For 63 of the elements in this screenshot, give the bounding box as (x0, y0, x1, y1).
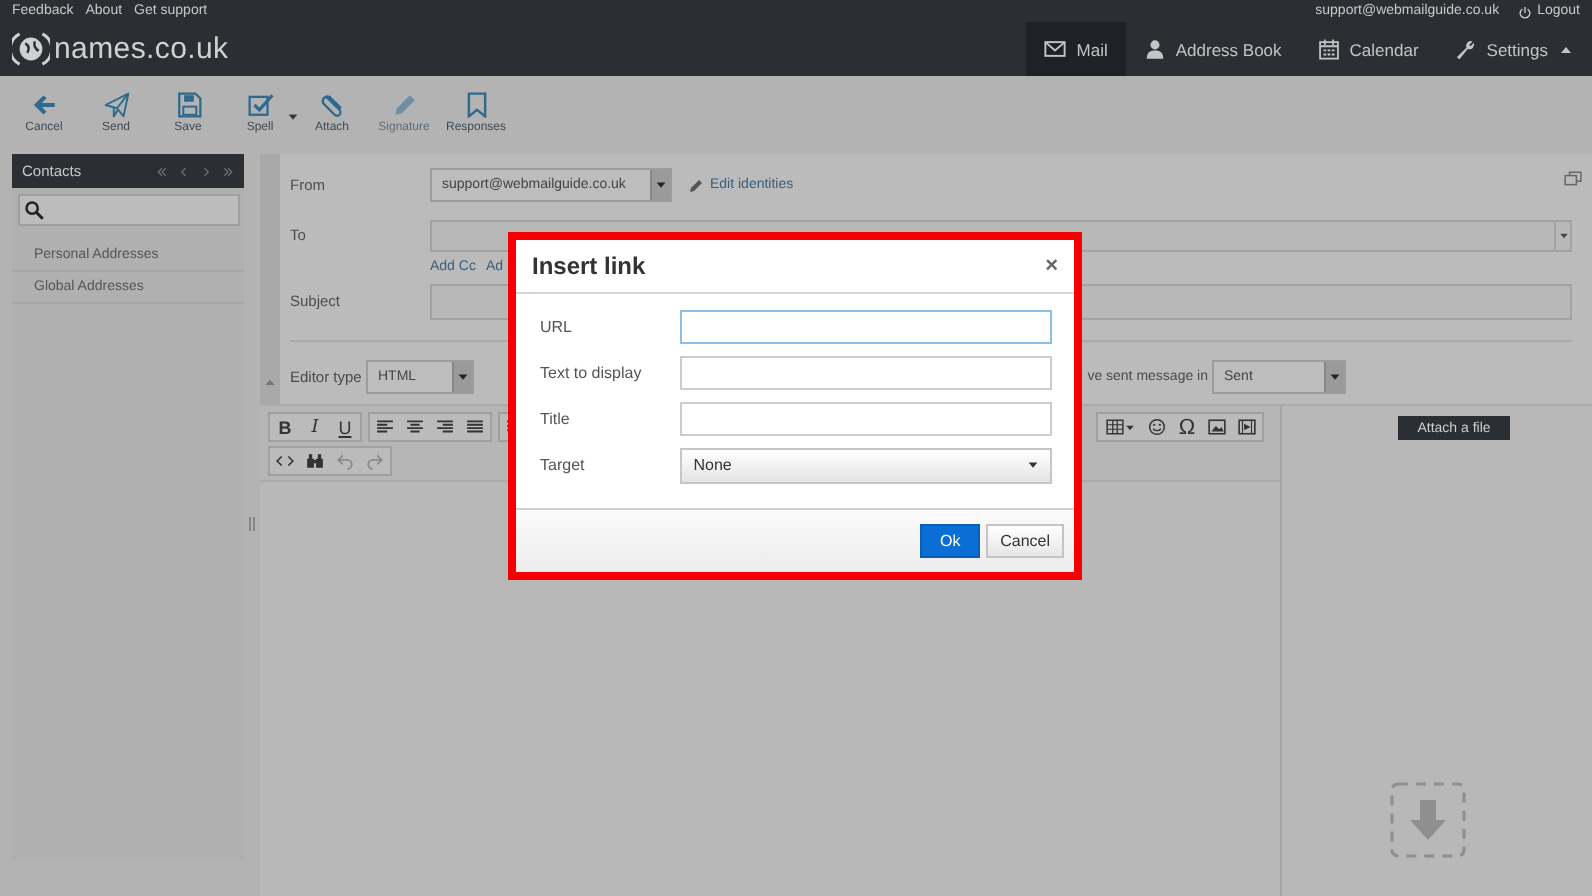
align-right-icon[interactable] (436, 418, 454, 436)
nav-tab[interactable]: Mail (1026, 22, 1126, 76)
justify-icon[interactable] (466, 418, 484, 436)
nav-tab[interactable]: Settings (1436, 22, 1592, 76)
paper-plane-icon (103, 92, 129, 118)
logo-text: names.co.uk (54, 32, 229, 66)
image-icon[interactable] (1208, 418, 1226, 436)
double-right-icon[interactable] (222, 165, 234, 177)
input-field[interactable] (679, 310, 1052, 344)
power-icon (1517, 5, 1532, 19)
chevron-left-icon[interactable] (178, 165, 190, 177)
arrow-left-icon (31, 92, 57, 118)
input-field[interactable] (679, 402, 1052, 436)
code-icon[interactable] (276, 452, 294, 470)
caret-icon (456, 369, 470, 383)
caret-icon[interactable] (286, 110, 300, 124)
binoculars-icon[interactable] (306, 452, 324, 470)
envelope-icon (1044, 38, 1067, 60)
close-button[interactable]: × (1045, 254, 1058, 278)
person-icon (1143, 38, 1166, 60)
caret-icon (1557, 229, 1569, 241)
field-label: Title (540, 410, 572, 428)
italic-button[interactable]: I (300, 414, 330, 440)
cancel-button[interactable]: Cancel (986, 524, 1064, 558)
ok-button[interactable]: Ok (920, 524, 981, 558)
target-select[interactable]: None (679, 447, 1052, 483)
dialog-title: Insert link (532, 252, 646, 280)
checkbox-icon (247, 92, 273, 118)
align-left-icon[interactable] (376, 418, 394, 436)
align-center-icon[interactable] (406, 418, 424, 436)
bold-button[interactable]: B (270, 414, 300, 440)
triangle-up-icon (264, 376, 276, 388)
paperclip-icon (319, 92, 345, 118)
undo-icon[interactable] (336, 452, 354, 470)
pencil-icon (688, 177, 704, 193)
film-icon[interactable] (1238, 418, 1256, 436)
caret-icon (654, 178, 668, 192)
caret-icon[interactable] (1123, 421, 1135, 433)
field-label: Text to display (540, 364, 644, 382)
omega-button[interactable]: Ω (1172, 414, 1202, 440)
caret-icon (1328, 369, 1342, 383)
chevron-right-icon[interactable] (200, 165, 212, 177)
search-icon (24, 200, 44, 220)
restore-window-icon[interactable] (1564, 170, 1582, 188)
table-icon[interactable] (1105, 418, 1123, 436)
nav-tab[interactable]: Address Book (1125, 22, 1300, 76)
underline-button[interactable]: U (330, 414, 360, 440)
pencil-icon (391, 92, 417, 118)
double-left-icon[interactable] (156, 165, 168, 177)
field-label: Target (540, 456, 587, 474)
grip-icon[interactable] (244, 515, 260, 531)
globe-logo-icon (12, 30, 50, 68)
calendar-icon (1317, 38, 1340, 60)
download-icon[interactable] (1390, 782, 1466, 858)
field-label: URL (540, 318, 575, 336)
smiley-icon[interactable] (1148, 418, 1166, 436)
input-field[interactable] (679, 356, 1052, 390)
wrench-icon (1454, 38, 1477, 60)
bookmark-icon (463, 92, 489, 118)
search-field[interactable] (18, 194, 240, 226)
nav-tab[interactable]: Calendar (1299, 22, 1437, 76)
redo-icon[interactable] (366, 452, 384, 470)
caret-icon (1026, 458, 1040, 472)
